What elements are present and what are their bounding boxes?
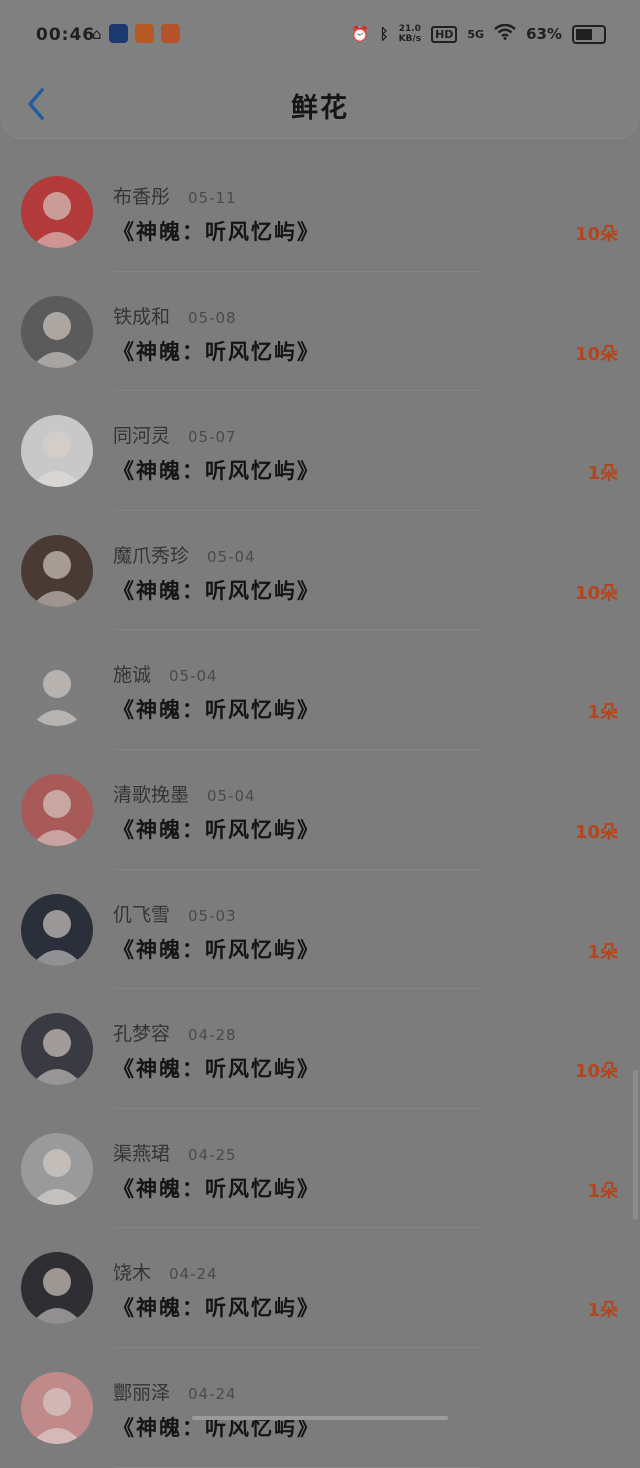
avatar-head [43,1148,71,1177]
avatar[interactable] [21,1371,93,1444]
flower-record-list: 布香彤 05-11 《神魄：听风忆屿》 10朵 铁成和 05-08 《神魄：听风… [0,152,640,1468]
flower-count: 1朵 [587,463,618,485]
avatar-head [43,1387,71,1416]
alarm-icon: ⏰ [350,25,370,43]
list-item[interactable]: 饶木 04-24 《神魄：听风忆屿》 1朵 [0,1228,640,1348]
nav-header: 鲜花 [0,62,640,138]
orange-app-icon [134,24,154,43]
book-title: 《神魄：听风忆屿》 [113,1176,320,1201]
book-title: 《神魄：听风忆屿》 [113,937,320,962]
status-right: ⏰ ᛒ 21.0 KB/s HD 5G 63% [350,23,606,44]
avatar[interactable] [21,773,93,846]
avatar-head [43,670,71,699]
book-title: 《神魄：听风忆屿》 [113,220,320,244]
avatar[interactable] [21,1252,93,1325]
list-item[interactable]: 布香彤 05-11 《神魄：听风忆屿》 10朵 [0,152,640,272]
avatar[interactable] [21,176,93,248]
home-indicator[interactable] [192,1416,448,1420]
book-title: 《神魄：听风忆屿》 [113,1296,320,1321]
user-name[interactable]: 施诚 [113,660,151,687]
wifi-icon [494,23,516,44]
avatar[interactable] [21,893,93,966]
avatar-head [43,909,71,938]
gift-date: 04-24 [188,1384,237,1403]
gift-date: 05-04 [207,786,256,805]
gift-date: 05-03 [188,906,237,925]
net-speed: 21.0 KB/s [398,24,422,44]
list-item[interactable]: 清歌挽墨 05-04 《神魄：听风忆屿》 10朵 [0,750,640,870]
gift-date: 05-08 [188,308,237,327]
user-name[interactable]: 清歌挽墨 [113,780,189,807]
user-name[interactable]: 饶木 [113,1258,151,1285]
avatar-head [43,431,71,460]
list-item[interactable]: 铁成和 05-08 《神魄：听风忆屿》 10朵 [0,272,640,392]
user-name[interactable]: 酆丽泽 [113,1378,170,1405]
flower-count: 1朵 [587,1300,618,1322]
network-5g-icon: 5G [467,27,485,41]
avatar-head [43,311,71,340]
book-title: 《神魄：听风忆屿》 [113,578,320,603]
flower-count: 10朵 [574,1061,618,1083]
book-title: 《神魄：听风忆屿》 [113,817,320,842]
status-time: 00:46 [36,25,96,45]
list-item[interactable]: 渠燕珺 04-25 《神魄：听风忆屿》 1朵 [0,1109,640,1229]
flower-count: 1朵 [587,941,618,963]
gift-date: 05-04 [169,667,218,686]
gift-date: 04-25 [188,1145,237,1164]
avatar[interactable] [21,1013,93,1086]
avatar-head [43,192,71,220]
book-title: 《神魄：听风忆屿》 [113,1057,320,1082]
gift-date: 04-24 [169,1265,218,1284]
status-bar: 00:46 ⌂ ⏰ ᛒ 21.0 KB/s HD 5G 63% [0,0,640,70]
book-title: 《神魄：听风忆屿》 [113,459,320,484]
list-item[interactable]: 施诚 05-04 《神魄：听风忆屿》 1朵 [0,630,640,750]
avatar[interactable] [21,654,93,727]
gift-date: 04-28 [188,1026,237,1045]
avatar[interactable] [21,415,93,488]
avatar-head [43,1268,71,1297]
list-item[interactable]: 孔梦容 04-28 《神魄：听风忆屿》 10朵 [0,989,640,1109]
flower-count: 10朵 [574,821,618,843]
gift-date: 05-11 [188,189,237,207]
user-name[interactable]: 仉飞雪 [113,900,170,927]
avatar-head [43,789,71,818]
scrollbar[interactable] [633,1070,638,1220]
list-item[interactable]: 酆丽泽 04-24 《神魄：听风忆屿》 [0,1348,640,1468]
flower-count: 10朵 [574,582,618,604]
avatar-head [43,550,71,579]
taobao-app-icon [160,24,180,43]
user-name[interactable]: 魔爪秀珍 [113,541,189,568]
book-title: 《神魄：听风忆屿》 [113,698,320,723]
gift-date: 05-07 [188,428,237,447]
list-item[interactable]: 仉飞雪 05-03 《神魄：听风忆屿》 1朵 [0,870,640,990]
user-name[interactable]: 同河灵 [113,421,170,448]
book-title: 《神魄：听风忆屿》 [113,339,320,364]
avatar[interactable] [21,295,93,368]
avatar[interactable] [21,1132,93,1205]
avatar-head [43,1029,71,1058]
bluetooth-icon: ᛒ [379,25,389,43]
battery-icon [572,24,606,44]
flower-count: 1朵 [587,702,618,724]
flower-count: 10朵 [574,343,618,365]
flower-count: 10朵 [574,224,618,245]
list-item[interactable]: 魔爪秀珍 05-04 《神魄：听风忆屿》 10朵 [0,511,640,631]
user-name[interactable]: 布香彤 [113,182,170,209]
battery-percent: 63% [526,25,562,43]
flower-count: 1朵 [587,1180,618,1202]
user-name[interactable]: 铁成和 [113,302,170,329]
user-name[interactable]: 渠燕珺 [113,1139,170,1166]
user-name[interactable]: 孔梦容 [113,1019,170,1046]
blue-app-icon [108,24,128,43]
page-title: 鲜花 [291,93,349,124]
tv-app-icon: ⌂ [92,24,102,43]
notification-icons: ⌂ [92,24,180,43]
hd-icon: HD [431,25,458,43]
list-item[interactable]: 同河灵 05-07 《神魄：听风忆屿》 1朵 [0,391,640,511]
gift-date: 05-04 [207,547,256,566]
avatar[interactable] [21,534,93,607]
